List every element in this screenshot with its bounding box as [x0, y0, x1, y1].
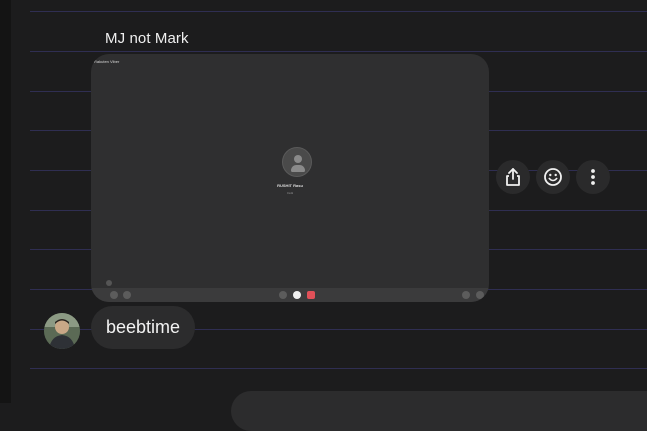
- more-options-button[interactable]: [576, 160, 610, 194]
- more-options-icon: [591, 169, 595, 185]
- attachment-video-icon: [307, 291, 315, 299]
- left-panel-edge: [0, 0, 11, 403]
- divider: [30, 51, 647, 52]
- attachment-caller-avatar: [282, 147, 312, 177]
- sender-name: MJ not Mark: [105, 30, 189, 47]
- share-button[interactable]: [496, 160, 530, 194]
- share-icon: [506, 168, 520, 186]
- react-button[interactable]: [536, 160, 570, 194]
- attachment-message-icon: [462, 291, 470, 299]
- attachment-app-title: Rakuten Viber: [94, 59, 120, 64]
- attachment-more-icon: [476, 291, 484, 299]
- attachment-share-screen-icon: [110, 291, 118, 299]
- attachment-mic-icon: [279, 291, 287, 299]
- attachment-chat-icon: [106, 280, 112, 286]
- divider: [30, 11, 647, 12]
- message-bubble[interactable]: beebtime: [91, 306, 196, 349]
- attachment-call-controls: [91, 288, 489, 302]
- attachment-caller-name: RUSHIT Rasu: [277, 183, 303, 188]
- divider: [30, 368, 647, 369]
- attachment-call-status: Inviti: [286, 191, 294, 195]
- attachment-chat-bubble-icon: [123, 291, 131, 299]
- message-composer[interactable]: [231, 391, 647, 431]
- image-attachment[interactable]: Rakuten Viber RUSHIT Rasu Inviti: [91, 54, 489, 302]
- attachment-end-call-icon: [293, 291, 301, 299]
- emoji-react-icon: [544, 168, 562, 186]
- sender-avatar[interactable]: [44, 313, 80, 349]
